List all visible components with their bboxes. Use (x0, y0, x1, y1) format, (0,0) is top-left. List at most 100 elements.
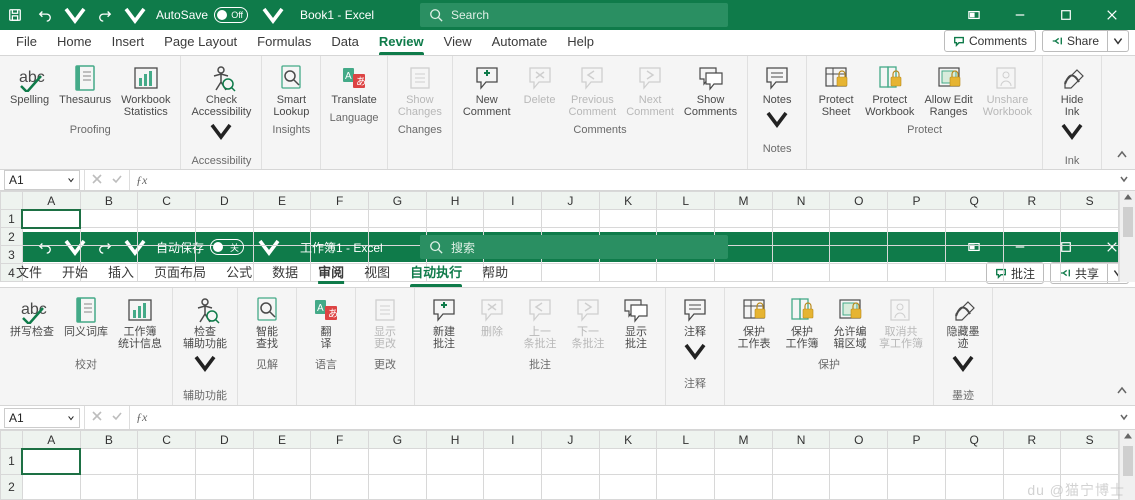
tab-5[interactable]: 数据 (262, 258, 308, 287)
collapse-ribbon-icon[interactable] (1115, 148, 1129, 165)
col-header[interactable]: Q (945, 431, 1003, 449)
autosave-toggle[interactable]: AutoSave Off (156, 7, 248, 23)
name-box[interactable]: A1 (4, 408, 80, 428)
cell[interactable] (369, 210, 427, 228)
col-header[interactable]: B (80, 431, 138, 449)
cell[interactable] (945, 210, 1003, 228)
tab-0[interactable]: 文件 (6, 258, 52, 287)
tab-5[interactable]: Data (321, 30, 368, 55)
tab-3[interactable]: 页面布局 (144, 258, 216, 287)
cell[interactable] (715, 474, 773, 500)
cell[interactable] (888, 449, 946, 475)
cell[interactable] (657, 474, 715, 500)
cell[interactable] (1061, 210, 1119, 228)
row-header[interactable]: 2 (1, 228, 23, 246)
cell[interactable] (830, 228, 888, 246)
select-all[interactable] (1, 431, 23, 449)
cell[interactable] (888, 246, 946, 264)
cell[interactable] (715, 210, 773, 228)
cell[interactable] (195, 449, 253, 475)
chevron-down-icon[interactable] (762, 104, 792, 137)
search-box[interactable]: 搜索 (420, 235, 728, 259)
cmd-protectsheet[interactable]: Protect Sheet (813, 60, 859, 120)
chevron-down-icon[interactable] (206, 116, 236, 149)
cell[interactable] (772, 246, 830, 264)
col-header[interactable]: Q (945, 192, 1003, 210)
row-header[interactable]: 1 (1, 449, 23, 475)
cell[interactable] (80, 228, 138, 246)
col-header[interactable]: G (369, 192, 427, 210)
cell[interactable] (945, 474, 1003, 500)
cell[interactable] (80, 449, 138, 475)
col-header[interactable]: A (22, 192, 80, 210)
col-header[interactable]: F (311, 431, 369, 449)
fx-label[interactable]: ƒx (130, 410, 153, 425)
save-icon[interactable] (0, 8, 30, 22)
cell[interactable] (311, 474, 369, 500)
tab-7[interactable]: 视图 (354, 258, 400, 287)
cmd-wbstats[interactable]: Workbook Statistics (117, 60, 174, 120)
cell[interactable] (1003, 210, 1061, 228)
name-box[interactable]: A1 (4, 170, 80, 190)
col-header[interactable]: N (772, 431, 830, 449)
cell[interactable] (369, 449, 427, 475)
cell[interactable] (888, 210, 946, 228)
chevron-down-icon[interactable] (190, 348, 220, 381)
cmd-spelling[interactable]: Spelling (6, 60, 53, 120)
cell[interactable] (830, 264, 888, 282)
col-header[interactable]: D (195, 431, 253, 449)
cell[interactable] (715, 449, 773, 475)
cell[interactable] (1061, 449, 1119, 475)
cell[interactable] (830, 449, 888, 475)
tab-2[interactable]: Insert (102, 30, 155, 55)
fx-label[interactable]: ƒx (130, 173, 153, 188)
cell[interactable] (253, 474, 311, 500)
cell[interactable] (715, 264, 773, 282)
cmd-smartlookup[interactable]: Smart Lookup (268, 60, 314, 120)
col-header[interactable]: H (426, 431, 484, 449)
cell[interactable] (138, 228, 196, 246)
cmd-showcomments[interactable]: Show Comments (680, 60, 741, 120)
cell[interactable] (1061, 264, 1119, 282)
cell[interactable] (1003, 449, 1061, 475)
cell[interactable] (945, 228, 1003, 246)
col-header[interactable]: S (1061, 431, 1119, 449)
cell[interactable] (138, 449, 196, 475)
chevron-down-icon[interactable] (948, 348, 978, 381)
collapse-ribbon-icon[interactable] (1115, 384, 1129, 401)
cell[interactable] (888, 264, 946, 282)
tab-4[interactable]: Formulas (247, 30, 321, 55)
col-header[interactable]: C (138, 192, 196, 210)
cmd-accessibility[interactable]: 检查 辅助功能 (179, 292, 231, 383)
cmd-wbstats[interactable]: 工作簿 统计信息 (114, 292, 166, 352)
tab-1[interactable]: 开始 (52, 258, 98, 287)
chevron-down-icon[interactable] (1057, 116, 1087, 149)
col-header[interactable]: J (542, 192, 600, 210)
col-header[interactable]: L (657, 431, 715, 449)
col-header[interactable]: M (715, 192, 773, 210)
col-header[interactable]: A (22, 431, 80, 449)
cell[interactable] (195, 210, 253, 228)
cell[interactable] (22, 228, 80, 246)
cell[interactable] (599, 474, 657, 500)
cell[interactable] (1003, 264, 1061, 282)
undo-icon[interactable] (30, 8, 60, 22)
col-header[interactable]: P (888, 192, 946, 210)
vscrollbar[interactable] (1119, 430, 1135, 500)
cell[interactable] (945, 449, 1003, 475)
col-header[interactable]: E (253, 431, 311, 449)
cell[interactable] (484, 210, 542, 228)
cmd-thesaurus[interactable]: Thesaurus (55, 60, 115, 120)
cell[interactable] (311, 449, 369, 475)
cell[interactable] (1061, 474, 1119, 500)
cell[interactable] (80, 210, 138, 228)
tab-7[interactable]: View (434, 30, 482, 55)
cmd-thesaurus[interactable]: 同义词库 (60, 292, 112, 352)
col-header[interactable]: N (772, 192, 830, 210)
cell[interactable] (484, 474, 542, 500)
cmd-protectwb[interactable]: 保护 工作簿 (779, 292, 825, 352)
row-header[interactable]: 2 (1, 474, 23, 500)
col-header[interactable]: G (369, 431, 427, 449)
col-header[interactable]: S (1061, 192, 1119, 210)
tab-6[interactable]: Review (369, 30, 434, 55)
